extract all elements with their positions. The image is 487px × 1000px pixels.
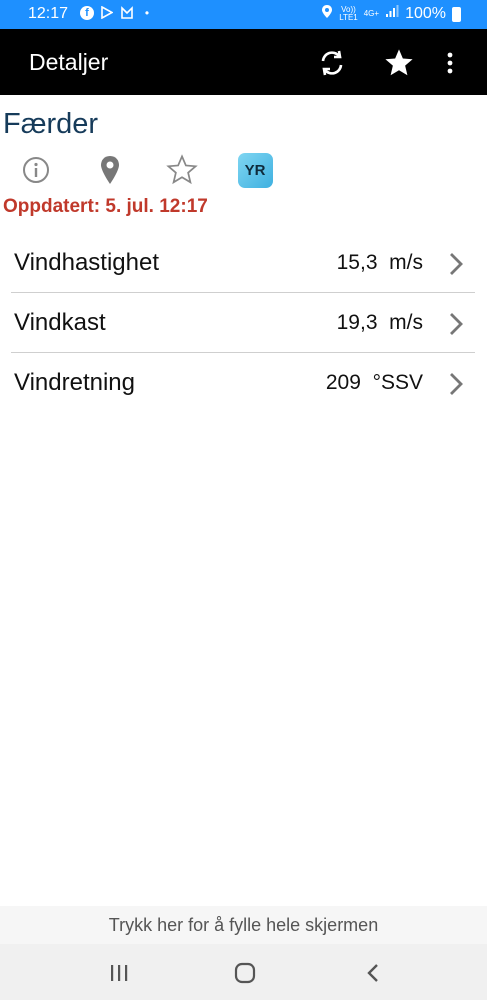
- facebook-icon: f: [80, 6, 94, 20]
- refresh-icon: [321, 50, 343, 76]
- play-store-icon: [100, 5, 114, 20]
- add-favorite-button[interactable]: [164, 152, 200, 188]
- volte-icon: Vo)) LTE1: [339, 6, 358, 22]
- measurement-label: Vindhastighet: [14, 249, 160, 276]
- info-button[interactable]: [18, 152, 54, 188]
- favorite-button[interactable]: [379, 43, 419, 83]
- station-name: Færder: [3, 108, 99, 140]
- favorite-star-icon: [166, 154, 198, 185]
- network-type: 4G+: [363, 9, 380, 18]
- more-icon: [447, 52, 453, 74]
- yr-button[interactable]: YR: [237, 152, 273, 188]
- home-button[interactable]: [230, 958, 260, 988]
- measurement-row-wind-speed[interactable]: Vindhastighet 15,3 m/s: [11, 233, 475, 293]
- measurement-label: Vindretning: [14, 369, 135, 396]
- location-pin-icon: [101, 156, 119, 184]
- measurement-value: 19,3 m/s: [336, 311, 423, 334]
- system-icons: Vo)) LTE1 4G+ 100%: [321, 4, 461, 24]
- battery-percent: 100%: [405, 5, 446, 22]
- more-options-button[interactable]: [430, 43, 470, 83]
- measurement-value: 15,3 m/s: [336, 251, 423, 274]
- map-location-button[interactable]: [92, 152, 128, 188]
- station-action-icons: YR: [0, 150, 300, 190]
- app-bar: Detaljer: [0, 29, 487, 95]
- chevron-right-icon: [450, 253, 463, 275]
- page-title: Detaljer: [29, 49, 109, 75]
- dot-icon: •: [144, 6, 150, 20]
- lte-label: LTE1: [339, 13, 358, 22]
- updated-timestamp: Oppdatert: 5. jul. 12:17: [3, 196, 208, 217]
- location-icon: [321, 4, 333, 24]
- info-icon: [23, 157, 49, 183]
- back-button[interactable]: [358, 958, 388, 988]
- fullscreen-hint-button[interactable]: Trykk her for å fylle hele skjermen: [0, 906, 487, 944]
- home-icon: [234, 962, 256, 984]
- signal-icon: [385, 5, 399, 23]
- measurement-label: Vindkast: [14, 309, 106, 336]
- mail-icon: [120, 6, 134, 20]
- yr-logo: YR: [237, 152, 273, 188]
- status-time: 12:17: [28, 5, 69, 22]
- star-icon: [385, 49, 413, 76]
- chevron-right-icon: [450, 373, 463, 395]
- yr-logo-text: YR: [244, 161, 266, 179]
- chevron-right-icon: [450, 313, 463, 335]
- recent-apps-icon: [111, 965, 128, 981]
- measurement-row-wind-direction[interactable]: Vindretning 209 °SSV: [11, 353, 475, 413]
- notification-icons: f •: [80, 5, 154, 20]
- back-icon: [367, 964, 378, 982]
- recent-apps-button[interactable]: [104, 958, 134, 988]
- measurement-row-wind-gust[interactable]: Vindkast 19,3 m/s: [11, 293, 475, 353]
- measurement-list: Vindhastighet 15,3 m/s Vindkast 19,3 m/s…: [11, 233, 475, 413]
- measurement-value: 209 °SSV: [325, 371, 423, 394]
- refresh-button[interactable]: [312, 43, 352, 83]
- navigation-bar: [0, 944, 487, 1000]
- battery-icon: [452, 6, 461, 22]
- status-bar: 12:17 f • Vo)) LTE1 4G+ 100%: [0, 0, 487, 29]
